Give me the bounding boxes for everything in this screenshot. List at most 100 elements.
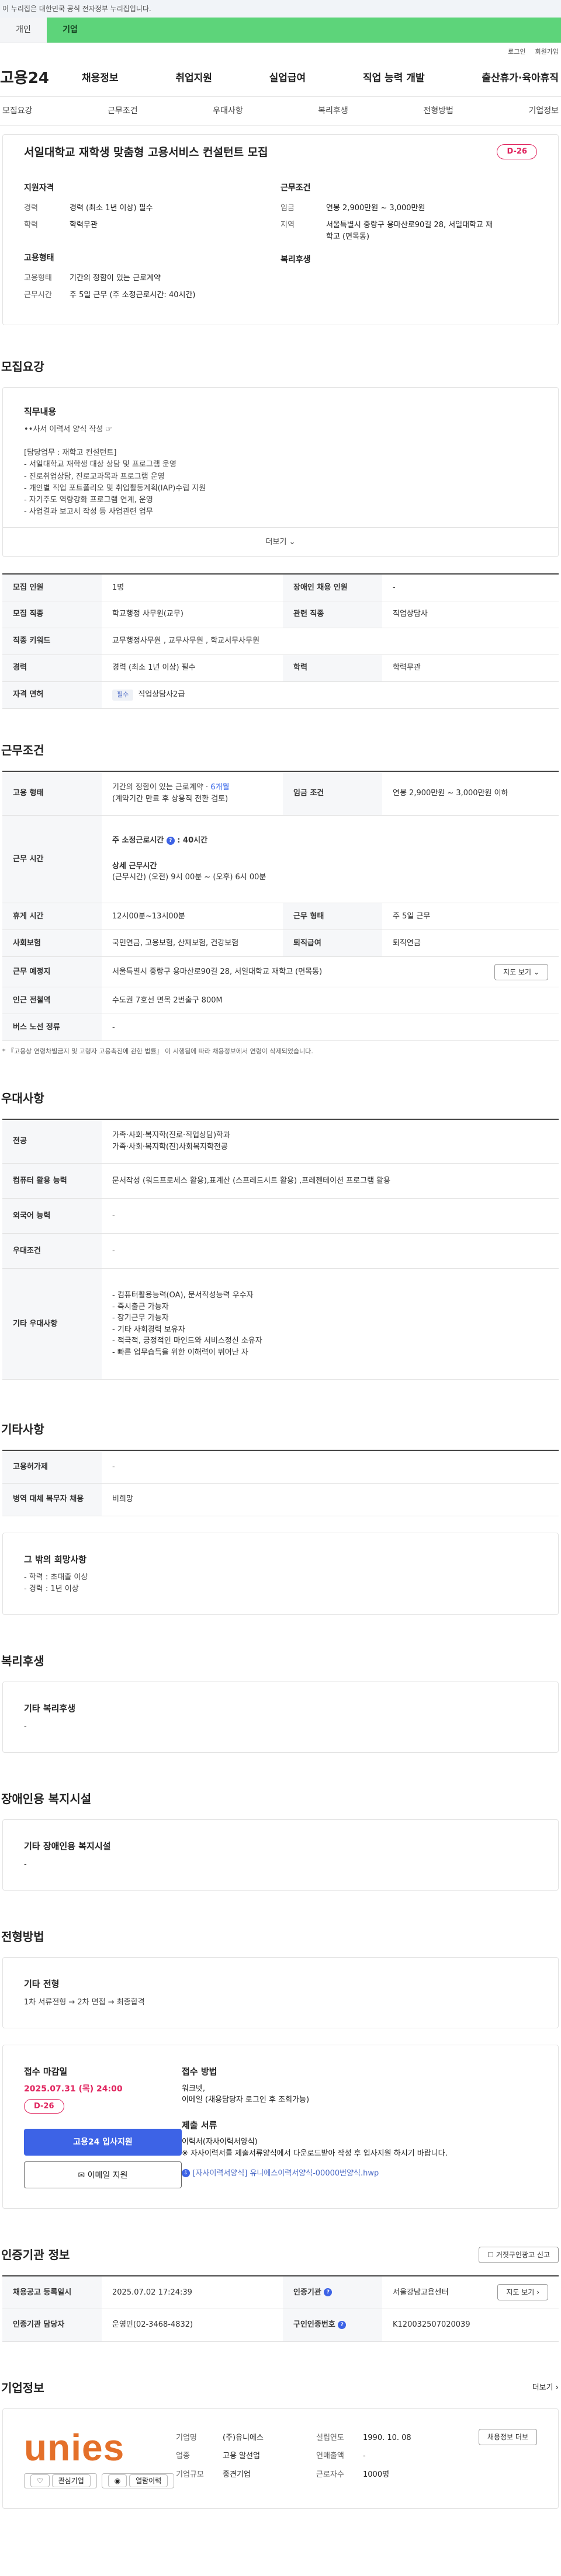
file-download-link[interactable]: [자사이력서양식] 유니에스이력서양식-00000번양식.hwp <box>192 2169 379 2178</box>
anchor-preference[interactable]: 우대사항 <box>213 105 243 117</box>
employment-heading: 고용형태 <box>24 253 54 263</box>
disability-value: - <box>24 1860 27 1869</box>
table-header: 직종 키워드 <box>2 628 102 655</box>
anchor-process[interactable]: 전형방법 <box>423 105 453 117</box>
section-title-etc: 기타사항 <box>1 1422 44 1437</box>
global-nav: 고용24 채용정보 취업지원 실업급여 직업 능력 개발 출산휴가·육아휴직 <box>0 61 561 97</box>
value: 1000명 <box>363 2470 390 2479</box>
gnb-support[interactable]: 취업지원 <box>175 71 212 86</box>
anchor-welfare[interactable]: 복리후생 <box>318 105 348 117</box>
welfare-heading: 기타 복리후생 <box>24 1703 76 1714</box>
age-note: * 『고용상 연령차별금지 및 고령자 고용촉진에 관한 법률』 이 시행됨에 … <box>2 1047 313 1056</box>
site-logo[interactable]: 고용24 <box>0 67 82 90</box>
table-header: 컴퓨터 활용 능력 <box>2 1163 102 1199</box>
table-header: 경력 <box>2 655 102 682</box>
process-value: 1차 서류전형 → 2차 면접 → 최종합격 <box>24 1997 145 2007</box>
gnb-leave[interactable]: 출산휴가·육아휴직 <box>482 71 559 86</box>
docs-heading: 제출 서류 <box>182 2119 217 2131</box>
list-item: - 빠른 업무습득을 위한 이해력이 뛰어난 자 <box>112 1348 248 1357</box>
anchor-nav: 모집요강 근무조건 우대사항 복리후생 전형방법 기업정보 <box>0 97 561 126</box>
weekly-hours-label: 주 소정근로시간 <box>112 836 164 845</box>
list-item: - 학력 : 초대졸 이상 <box>24 1573 88 1582</box>
table-cell: 학교행정 사무원(교무) <box>102 601 283 628</box>
value: 경력 (최소 1년 이상) 필수 <box>70 203 153 213</box>
info-icon[interactable]: ? <box>324 2288 333 2297</box>
value: 연봉 2,900만원 ~ 3,000만원 <box>326 203 425 213</box>
utility-links: 로그인 회원가입 <box>0 43 561 61</box>
section-title-disability: 장애인용 복지시설 <box>1 1792 92 1806</box>
map-button[interactable]: 지도 보기 ⌄ <box>494 963 548 980</box>
history-button[interactable]: ◉ 열람이력 <box>101 2473 175 2488</box>
company-jobs-button[interactable]: 채용정보 더보 <box>478 2428 537 2445</box>
apply-button[interactable]: 고용24 입사지원 <box>24 2129 182 2156</box>
email-apply-label: 이메일 지원 <box>87 2171 128 2181</box>
section-title-welfare: 복리후생 <box>1 1654 44 1669</box>
label: 고용형태 <box>24 273 52 283</box>
more-label: 더보기 <box>265 537 287 546</box>
agency-map-button[interactable]: 지도 보기 › <box>497 2284 548 2301</box>
report-button[interactable]: ☐ 거짓구인광고 신고 <box>479 2247 559 2264</box>
label: 근로자수 <box>316 2470 344 2479</box>
job-title: 서일대학교 재학생 맞춤형 고용서비스 컨설턴트 모집 <box>24 146 268 159</box>
weekly-hours-value: 40시간 <box>183 836 208 845</box>
cert-number-label: 구인인증번호 <box>293 2320 335 2330</box>
section-title-company: 기업정보 <box>1 2380 44 2395</box>
list-item: - 기타 사회경력 보유자 <box>112 1325 185 1334</box>
gnb-benefits[interactable]: 실업급여 <box>269 71 306 86</box>
gnb-jobs[interactable]: 채용정보 <box>82 71 119 86</box>
table-header: 인증기관 담당자 <box>2 2309 102 2342</box>
table-header: 전공 <box>2 1119 102 1164</box>
favorite-button[interactable]: ♡ 관심기업 <box>24 2473 97 2488</box>
dday-badge: D-26 <box>497 144 537 159</box>
company-more-link[interactable]: 더보기 › <box>532 2382 559 2394</box>
process-card: 기타 전형 1차 서류전형 → 2차 면접 → 최종합격 <box>2 1957 559 2029</box>
anchor-conditions[interactable]: 근무조건 <box>108 105 138 117</box>
docs-value-2: ※ 자사이력서를 제출서류양식에서 다운로드받아 작성 후 입사지원 하시기 바… <box>182 2149 448 2158</box>
login-link[interactable]: 로그인 <box>508 47 525 57</box>
detail-hours-value: (근무시간) (오전) 9시 00분 ~ (오후) 6시 00분 <box>112 873 266 882</box>
table-cell: 교무행정사무원 , 교무사무원 , 학교서무사무원 <box>102 628 559 655</box>
anchor-recruit[interactable]: 모집요강 <box>2 105 33 117</box>
company-logo: unies <box>24 2426 125 2469</box>
section-title-conditions: 근무조건 <box>1 743 44 757</box>
anchor-company[interactable]: 기업정보 <box>528 105 559 117</box>
table-header: 학력 <box>283 655 382 682</box>
heart-icon: ♡ <box>30 2474 50 2487</box>
table-header: 퇴직급여 <box>283 930 382 958</box>
list-item: - 즉시출근 가능자 <box>112 1302 169 1311</box>
mail-icon: ✉ <box>78 2171 85 2181</box>
table-cell: 학력무관 <box>382 655 559 682</box>
table-cell: - <box>102 1198 559 1234</box>
table-cell: 국민연금, 고용보험, 산재보험, 건강보험 <box>102 930 283 958</box>
label: 업종 <box>176 2452 190 2461</box>
tab-personal[interactable]: 개인 <box>0 18 47 43</box>
more-label: 더보기 <box>532 2383 553 2392</box>
gov-banner: 이 누리집은 대한민국 공식 전자정부 누리집입니다. <box>0 0 561 18</box>
dday-badge: D-26 <box>24 2098 64 2114</box>
table-header: 임금 조건 <box>283 771 382 816</box>
signup-link[interactable]: 회원가입 <box>535 47 559 57</box>
table-header: 우대조건 <box>2 1233 102 1269</box>
table-cell: 연봉 2,900만원 ~ 3,000만원 이하 <box>382 771 559 816</box>
agency-label: 인증기관 <box>293 2288 321 2297</box>
detail-hours-label: 상세 근무시간 <box>112 861 157 871</box>
docs-value-1: 이력서(자사이력서양식) <box>182 2138 258 2147</box>
chevron-right-icon: › <box>555 2383 559 2392</box>
job-summary-card: 서일대학교 재학생 맞춤형 고용서비스 컨설턴트 모집 D-26 지원자격 경력… <box>2 134 559 325</box>
more-button[interactable]: 더보기 ⌄ <box>3 527 558 556</box>
email-apply-button[interactable]: ✉ 이메일 지원 <box>24 2161 182 2189</box>
table-header: 고용 형태 <box>2 771 102 816</box>
contract-note: (계약기간 만료 후 상용직 전환 검토) <box>112 794 228 803</box>
table-cell: 12시00분~13시00분 <box>102 903 283 931</box>
table-header: 근무 예정지 <box>2 956 102 988</box>
conditions-heading: 근무조건 <box>280 183 311 193</box>
table-header: 외국어 능력 <box>2 1198 102 1234</box>
method-value-2: 이메일 (채용담당자 로그인 후 조회가능) <box>182 2095 310 2105</box>
company-info-grid: 기업명 (주)유니에스 설립연도 1990. 10. 08 업종 고용 알선업 … <box>176 2429 479 2481</box>
tab-company[interactable]: 기업 <box>47 18 94 43</box>
gnb-training[interactable]: 직업 능력 개발 <box>363 71 425 86</box>
value: 기간의 정함이 있는 근로계약 <box>70 273 161 283</box>
info-icon[interactable]: ? <box>338 2320 347 2329</box>
info-icon[interactable]: ? <box>166 836 175 845</box>
list-item: - 적극적, 긍정적인 마인드와 서비스정신 소유자 <box>112 1336 262 1346</box>
